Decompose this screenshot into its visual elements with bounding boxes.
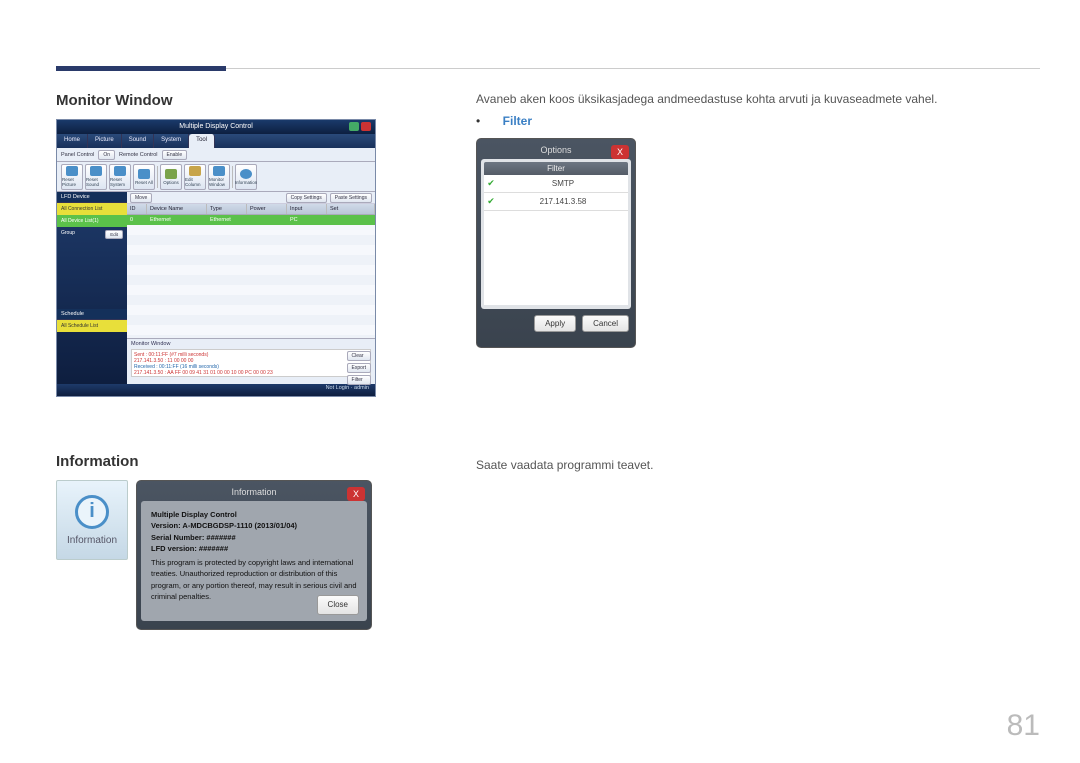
info-dialog-title: Information [141,485,367,501]
export-button[interactable]: Export [347,363,371,373]
page-number: 81 [1007,709,1040,743]
reset-all-button[interactable]: Reset All [133,164,155,190]
close-button[interactable]: Close [317,595,359,615]
check-icon[interactable]: ✔ [484,178,498,190]
mdc-toolbar: Reset Picture Reset Sound Reset System R… [57,162,375,192]
mdc-titlebar: Multiple Display Control [57,120,375,134]
check-icon[interactable]: ✔ [484,196,498,208]
mdc-app-window: Multiple Display Control Home Picture So… [56,119,376,397]
remote-control-select[interactable]: Enable [162,150,188,160]
bullet-icon: • [476,114,480,128]
info-version: Version: A-MDCBGDSP-1110 (2013/01/04) [151,520,357,531]
filter-label: Filter [503,114,532,128]
grid-empty-area [127,225,375,338]
info-icon: i [75,495,109,529]
filter-button[interactable]: Filter [347,375,371,385]
heading-information: Information [56,453,396,470]
sidebar-all-schedule[interactable]: All Schedule List [57,320,127,332]
close-icon[interactable]: X [347,487,365,501]
sidebar-all-device[interactable]: All Device List(1) [57,215,127,227]
copy-settings-button[interactable]: Copy Settings [286,193,327,203]
grid-header: ID Device Name Type Power Input Set [127,204,375,215]
information-button[interactable]: Information [235,164,257,190]
mdc-main: Move Copy Settings Paste Settings ID Dev… [127,192,375,384]
filter-empty-area [484,211,628,305]
remote-control-label: Remote Control [119,152,158,158]
filter-dialog-title: Options [481,143,631,159]
mdc-sidebar: LFD Device All Connection List All Devic… [57,192,127,384]
sidebar-lfd-header: LFD Device [57,192,127,203]
header-accent [56,66,226,71]
toolbar-separator [157,166,158,188]
tab-tool[interactable]: Tool [189,134,215,148]
tab-system[interactable]: System [154,134,189,148]
mdc-subbar: Panel Control On Remote Control Enable [57,148,375,162]
sidebar-schedule-header: Schedule [57,309,127,320]
apply-button[interactable]: Apply [534,315,576,332]
heading-monitor-window: Monitor Window [56,92,396,109]
reset-sound-button[interactable]: Reset Sound [85,164,107,190]
monitor-log: Sent : 00:11:FF (#7 milli seconds) 217.1… [131,349,371,377]
monitor-window-pane: Monitor Window Sent : 00:11:FF (#7 milli… [127,338,375,384]
filter-bullet: • Filter [476,112,1040,130]
filter-column-header: Filter [484,162,628,175]
info-lfd-version: LFD version: ####### [151,543,357,554]
reset-system-button[interactable]: Reset System [109,164,131,190]
cancel-button[interactable]: Cancel [582,315,629,332]
options-button[interactable]: Options [160,164,182,190]
close-icon[interactable] [361,122,371,131]
mdc-tabs: Home Picture Sound System Tool [57,134,375,148]
tab-home[interactable]: Home [57,134,88,148]
log-recv-data: 217.141.3.50 : AA FF 00 09 41 31 01 00 0… [134,370,368,376]
information-tile-label: Information [67,535,117,546]
edit-button[interactable]: Edit [105,230,123,239]
minimize-icon[interactable] [349,122,359,131]
information-description: Saate vaadata programmi teavet. [476,458,1040,472]
toolbar-separator [232,166,233,188]
tab-sound[interactable]: Sound [122,134,154,148]
monitor-window-button[interactable]: Monitor Window [208,164,230,190]
main-toolbar: Move Copy Settings Paste Settings [127,192,375,204]
reset-picture-button[interactable]: Reset Picture [61,164,83,190]
monitor-pane-title: Monitor Window [131,341,371,347]
monitor-window-description: Avaneb aken koos üksikasjadega andmeedas… [476,92,1040,106]
sidebar-all-connection[interactable]: All Connection List [57,203,127,215]
filter-value: 217.141.3.58 [498,197,628,206]
mdc-footer: Not Login · admin [57,384,375,396]
move-button[interactable]: Move [130,193,152,203]
panel-control-select[interactable]: On [98,150,115,160]
filter-row-smtp[interactable]: ✔ SMTP [484,175,628,193]
filter-value: SMTP [498,179,628,188]
sidebar-group[interactable]: Group Edit [57,227,127,239]
left-column: Monitor Window Multiple Display Control … [56,92,396,630]
information-dialog: Information X Multiple Display Control V… [136,480,372,630]
right-column: Avaneb aken koos üksikasjadega andmeedas… [476,92,1040,630]
info-app-name: Multiple Display Control [151,509,357,520]
filter-dialog: Options X Filter ✔ SMTP ✔ 217.141.3.58 A… [476,138,636,348]
information-tile[interactable]: i Information [56,480,128,560]
clear-button[interactable]: Clear [347,351,371,361]
filter-row-ip[interactable]: ✔ 217.141.3.58 [484,193,628,211]
info-serial: Serial Number: ####### [151,532,357,543]
paste-settings-button[interactable]: Paste Settings [330,193,372,203]
edit-column-button[interactable]: Edit Column [184,164,206,190]
tab-picture[interactable]: Picture [88,134,122,148]
panel-control-label: Panel Control [61,152,94,158]
document-page: Monitor Window Multiple Display Control … [0,0,1080,763]
table-row[interactable]: 0 Ethernet Ethernet PC [127,215,375,225]
close-icon[interactable]: X [611,145,629,159]
mdc-title: Multiple Display Control [179,123,253,130]
